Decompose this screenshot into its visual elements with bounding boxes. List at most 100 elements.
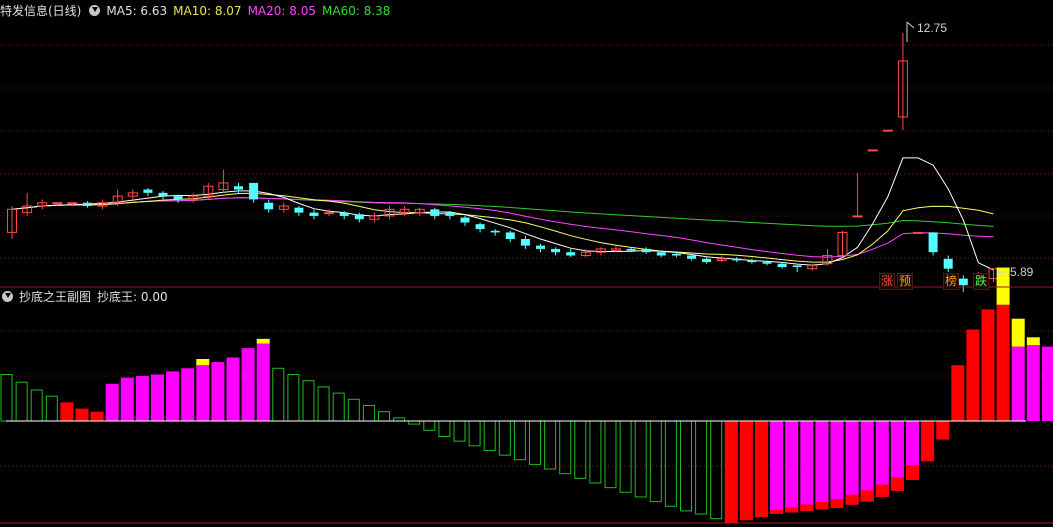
indicator-bar bbox=[906, 421, 919, 480]
indicator-bar bbox=[604, 420, 617, 489]
indicator-bar bbox=[966, 329, 980, 421]
indicator-bar bbox=[226, 357, 240, 421]
indicator-bar bbox=[1026, 337, 1040, 421]
candle-body bbox=[264, 202, 274, 210]
indicator-bar bbox=[483, 420, 496, 451]
candle bbox=[278, 202, 289, 213]
indicator-bar bbox=[815, 421, 829, 510]
candle-body bbox=[67, 202, 78, 205]
candle-body bbox=[913, 231, 923, 234]
hollow-bar bbox=[664, 420, 677, 507]
indicator-bar bbox=[936, 421, 950, 440]
red-tip bbox=[830, 499, 844, 508]
candle bbox=[37, 199, 48, 210]
hollow-bar bbox=[559, 420, 572, 475]
red-bar bbox=[921, 421, 935, 462]
indicator-bar bbox=[120, 377, 134, 421]
price-and-indicator-chart[interactable]: 12.75 5.89 bbox=[0, 0, 1053, 527]
tag-bang[interactable]: 榜 bbox=[943, 273, 959, 290]
candle bbox=[641, 247, 651, 254]
candle bbox=[520, 235, 530, 249]
tag-die[interactable]: 跌 bbox=[973, 273, 989, 290]
magenta-bar bbox=[166, 371, 180, 421]
indicator-bar bbox=[347, 398, 360, 422]
indicator-bar bbox=[438, 420, 451, 437]
hollow-bar bbox=[695, 420, 708, 515]
red-bar bbox=[60, 402, 74, 421]
candle bbox=[897, 32, 908, 131]
indicator-bar bbox=[739, 421, 753, 521]
red-tip bbox=[785, 507, 799, 513]
candle bbox=[414, 207, 425, 216]
candle bbox=[882, 129, 893, 132]
red-bar bbox=[90, 411, 104, 421]
indicator-bar bbox=[875, 421, 889, 497]
hollow-bar bbox=[0, 374, 13, 422]
indicator-bar bbox=[135, 376, 149, 421]
hollow-bar bbox=[483, 420, 496, 451]
indicator-bar bbox=[785, 421, 799, 513]
red-bar bbox=[724, 421, 738, 524]
indicator-bar bbox=[951, 365, 965, 421]
tag-yu[interactable]: 预 bbox=[897, 273, 913, 290]
candle-body bbox=[490, 230, 500, 233]
hollow-bar bbox=[634, 420, 647, 498]
candle bbox=[7, 206, 17, 240]
hollow-bar bbox=[680, 420, 692, 512]
candle bbox=[958, 275, 968, 292]
indicator-bar bbox=[0, 374, 13, 422]
hollow-bar bbox=[513, 420, 526, 461]
tag-zhang[interactable]: 涨 bbox=[879, 273, 895, 290]
candle bbox=[22, 192, 33, 216]
hollow-bar bbox=[347, 398, 360, 422]
candle-body bbox=[249, 182, 259, 200]
candle-body bbox=[173, 196, 183, 200]
candle-body bbox=[671, 253, 681, 256]
red-tip bbox=[770, 510, 784, 514]
indicator-bar bbox=[287, 374, 300, 422]
indicator-bar bbox=[755, 421, 768, 518]
indicator-bar bbox=[996, 267, 1010, 421]
red-bar bbox=[755, 421, 768, 518]
candle bbox=[852, 173, 863, 218]
red-tip bbox=[875, 484, 889, 497]
indicator-bar bbox=[921, 421, 935, 462]
red-tip bbox=[890, 477, 904, 491]
hollow-bar bbox=[287, 374, 300, 422]
indicator-bar bbox=[317, 386, 330, 422]
candle bbox=[943, 255, 953, 272]
red-bar bbox=[966, 329, 980, 421]
indicator-bar bbox=[60, 402, 74, 421]
candle-body bbox=[324, 212, 335, 215]
indicator-bar bbox=[362, 405, 375, 422]
candle-body bbox=[566, 252, 576, 256]
candle-body bbox=[882, 129, 893, 132]
ma5-line bbox=[11, 157, 994, 271]
indicator-bar bbox=[830, 421, 844, 508]
indicator-bar bbox=[619, 420, 632, 493]
indicator-bar bbox=[649, 420, 662, 503]
yellow-cap bbox=[256, 338, 270, 344]
indicator-bar bbox=[695, 420, 708, 515]
indicator-bar bbox=[211, 362, 225, 421]
hollow-bar bbox=[574, 420, 587, 479]
candle-body bbox=[309, 212, 319, 216]
candle bbox=[490, 229, 500, 236]
magenta-bar bbox=[120, 377, 134, 421]
indicator-bar bbox=[845, 421, 859, 505]
candle-body bbox=[158, 192, 168, 197]
candle bbox=[867, 149, 878, 152]
candle-body bbox=[234, 186, 243, 190]
hollow-bar bbox=[453, 420, 466, 442]
candle bbox=[460, 215, 470, 226]
candle-body bbox=[536, 245, 545, 249]
candle bbox=[83, 201, 92, 208]
candle bbox=[188, 192, 199, 203]
indicator-bar bbox=[90, 411, 104, 421]
candle bbox=[369, 212, 380, 223]
candle bbox=[294, 206, 304, 216]
candle-body bbox=[656, 252, 666, 256]
indicator-bar bbox=[181, 368, 195, 421]
candle bbox=[218, 169, 229, 193]
candle-body bbox=[928, 232, 938, 253]
